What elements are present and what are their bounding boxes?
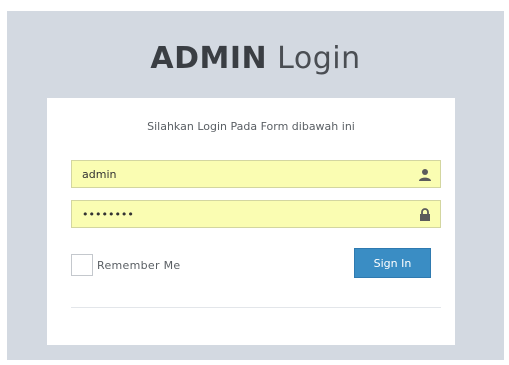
login-page: ADMIN Login Silahkan Login Pada Form dib… [7,11,504,360]
remember-me-checkbox[interactable] [71,254,93,276]
remember-me-label: Remember Me [97,258,181,272]
title-admin: ADMIN [150,41,268,76]
page-title: ADMIN Login [7,41,504,77]
login-card: Silahkan Login Pada Form dibawah ini adm… [47,98,455,345]
password-field [71,200,441,228]
username-field [71,160,441,188]
password-input[interactable] [72,201,440,227]
username-input[interactable] [72,161,440,187]
divider [71,307,441,308]
form-subtitle: Silahkan Login Pada Form dibawah ini [147,120,355,133]
sign-in-button[interactable]: Sign In [354,248,431,278]
remember-me: Remember Me [71,254,180,276]
title-login: Login [277,41,361,76]
